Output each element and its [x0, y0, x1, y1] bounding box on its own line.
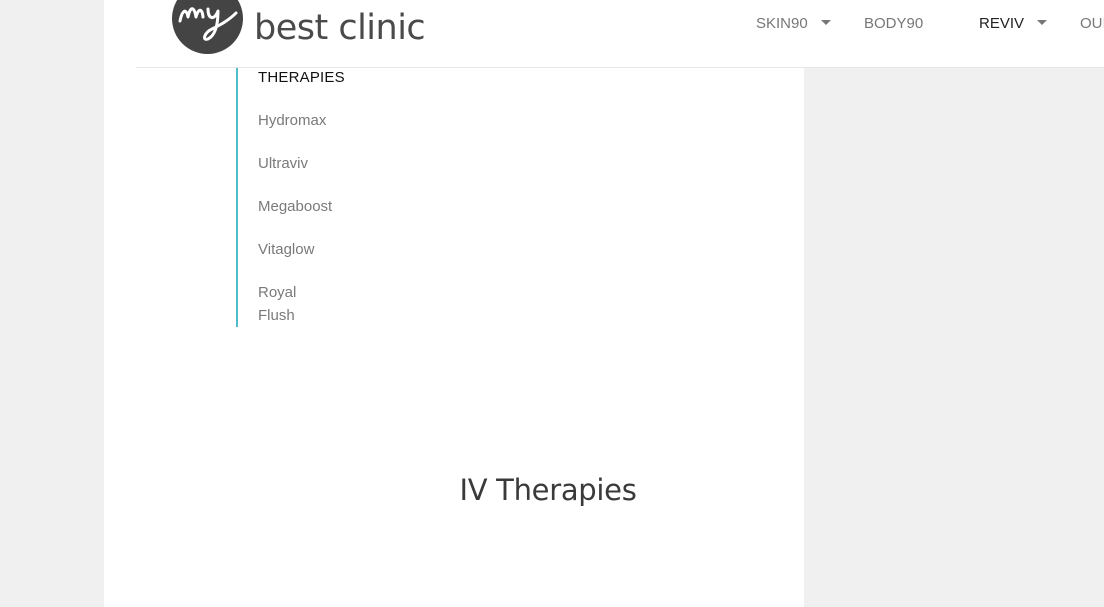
- sidenav-title: THERAPIES: [258, 69, 345, 86]
- site-header: best clinic SKIN90 BODY90 REVIV OUI: [136, 0, 1104, 68]
- nav-item-skin90[interactable]: SKIN90: [756, 15, 831, 32]
- sidenav-item-ultraviv[interactable]: Ultraviv: [258, 152, 318, 175]
- chevron-down-icon: [1037, 20, 1048, 25]
- logo-wordmark[interactable]: best clinic: [254, 8, 426, 48]
- nav-item-label: REVIV: [979, 15, 1025, 32]
- page-content-panel: [104, 0, 804, 607]
- sidenav-item-megaboost[interactable]: Megaboost: [258, 195, 332, 218]
- sidenav-item-royal-flush[interactable]: Royal Flush: [258, 281, 318, 327]
- therapies-sidenav: THERAPIES Hydromax Ultraviv Megaboost Vi…: [236, 68, 436, 327]
- sidenav-item-vitaglow[interactable]: Vitaglow: [258, 238, 318, 261]
- nav-item-oui[interactable]: OUI: [1080, 15, 1104, 32]
- nav-item-label: SKIN90: [756, 15, 808, 32]
- chevron-down-icon: [820, 20, 831, 25]
- nav-item-reviv[interactable]: REVIV: [979, 15, 1048, 32]
- nav-item-body90[interactable]: BODY90: [864, 15, 923, 32]
- sidenav-item-hydromax[interactable]: Hydromax: [258, 109, 326, 132]
- page-title: IV Therapies: [459, 473, 637, 507]
- logo-icon[interactable]: [172, 0, 243, 54]
- nav-item-label: OUI: [1080, 15, 1104, 32]
- nav-item-label: BODY90: [864, 15, 924, 32]
